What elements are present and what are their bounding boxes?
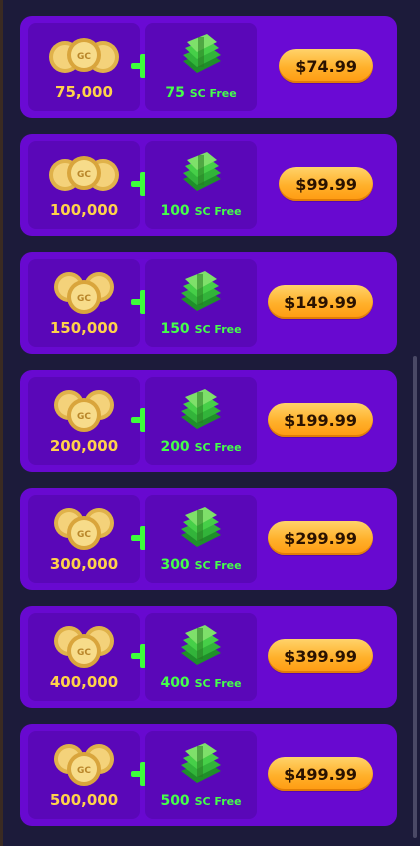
cash-stack-icon xyxy=(183,34,221,73)
sweeps-coin-value: 500 xyxy=(160,793,190,809)
sweeps-coin-tile: 500 SC Free xyxy=(145,731,257,819)
gold-coin-amount: 200,000 xyxy=(49,437,119,455)
sweeps-coin-unit: SC Free xyxy=(194,795,242,808)
gold-coin-amount: 150,000 xyxy=(49,319,119,337)
sweeps-coin-tile: 200 SC Free xyxy=(145,377,257,465)
cash-stack-icon xyxy=(181,625,221,665)
package-card: GC 500,000 500 SC Free $499.99 xyxy=(20,724,397,826)
buy-package-button[interactable]: $499.99 xyxy=(268,757,373,791)
gold-coin-amount: 75,000 xyxy=(55,83,113,101)
buy-package-button[interactable]: $299.99 xyxy=(268,521,373,555)
sweeps-coin-value: 200 xyxy=(160,439,190,455)
buy-package-button[interactable]: $199.99 xyxy=(268,403,373,437)
buy-package-button[interactable]: $399.99 xyxy=(268,639,373,673)
sweeps-coin-tile: 400 SC Free xyxy=(145,613,257,701)
gold-coin-amount: 300,000 xyxy=(49,555,119,573)
gold-coin-tile: GC 150,000 xyxy=(28,259,140,347)
gold-coins-icon: GC xyxy=(49,156,119,191)
sweeps-coin-unit: SC Free xyxy=(194,677,242,690)
sweeps-coin-amount: 300 SC Free xyxy=(145,557,257,573)
cash-stack-icon xyxy=(181,271,221,311)
package-list: GC 75,000 75 SC Free $74.99 GC 100,000 1… xyxy=(20,16,397,842)
sweeps-coin-unit: SC Free xyxy=(194,205,242,218)
gold-coin-tile: GC 200,000 xyxy=(28,377,140,465)
gold-coin-tile: GC 400,000 xyxy=(28,613,140,701)
package-card: GC 100,000 100 SC Free $99.99 xyxy=(20,134,397,236)
cash-stack-icon xyxy=(181,507,221,547)
gold-coin-tile: GC 300,000 xyxy=(28,495,140,583)
gold-coin-amount: 400,000 xyxy=(49,673,119,691)
svg-text:GC: GC xyxy=(77,294,91,304)
page-left-edge xyxy=(0,0,3,846)
sweeps-coin-amount: 150 SC Free xyxy=(145,321,257,337)
gold-coin-amount: 100,000 xyxy=(49,201,119,219)
svg-text:GC: GC xyxy=(77,766,91,776)
sweeps-coin-amount: 500 SC Free xyxy=(145,793,257,809)
sweeps-coin-tile: 150 SC Free xyxy=(145,259,257,347)
gold-coins-icon: GC xyxy=(54,390,114,432)
sweeps-coin-tile: 75 SC Free xyxy=(145,23,257,111)
cash-stack-icon xyxy=(183,152,221,191)
sweeps-coin-amount: 400 SC Free xyxy=(145,675,257,691)
buy-package-button[interactable]: $99.99 xyxy=(279,167,373,201)
svg-text:GC: GC xyxy=(77,170,91,180)
package-card: GC 75,000 75 SC Free $74.99 xyxy=(20,16,397,118)
package-card: GC 300,000 300 SC Free $299.99 xyxy=(20,488,397,590)
gold-coin-tile: GC 100,000 xyxy=(28,141,140,229)
svg-text:GC: GC xyxy=(77,648,91,658)
buy-package-button[interactable]: $149.99 xyxy=(268,285,373,319)
package-card: GC 150,000 150 SC Free $149.99 xyxy=(20,252,397,354)
sweeps-coin-amount: 75 SC Free xyxy=(145,85,257,101)
sweeps-coin-value: 100 xyxy=(160,203,190,219)
svg-text:GC: GC xyxy=(77,52,91,62)
sweeps-coin-tile: 300 SC Free xyxy=(145,495,257,583)
sweeps-coin-unit: SC Free xyxy=(194,323,242,336)
buy-package-button[interactable]: $74.99 xyxy=(279,49,373,83)
gold-coins-icon: GC xyxy=(54,744,114,786)
sweeps-coin-value: 400 xyxy=(160,675,190,691)
svg-text:GC: GC xyxy=(77,412,91,422)
sweeps-coin-value: 75 xyxy=(165,85,185,101)
cash-stack-icon xyxy=(181,389,221,429)
sweeps-coin-unit: SC Free xyxy=(189,87,237,100)
sweeps-coin-amount: 100 SC Free xyxy=(145,203,257,219)
package-card: GC 400,000 400 SC Free $399.99 xyxy=(20,606,397,708)
gold-coins-icon: GC xyxy=(54,272,114,314)
gold-coins-icon: GC xyxy=(54,626,114,668)
cash-stack-icon xyxy=(181,743,221,783)
sweeps-coin-unit: SC Free xyxy=(194,441,242,454)
sweeps-coin-tile: 100 SC Free xyxy=(145,141,257,229)
package-card: GC 200,000 200 SC Free $199.99 xyxy=(20,370,397,472)
gold-coin-tile: GC 75,000 xyxy=(28,23,140,111)
svg-text:GC: GC xyxy=(77,530,91,540)
sweeps-coin-amount: 200 SC Free xyxy=(145,439,257,455)
sweeps-coin-value: 150 xyxy=(160,321,190,337)
sweeps-coin-unit: SC Free xyxy=(194,559,242,572)
sweeps-coin-value: 300 xyxy=(160,557,190,573)
gold-coins-icon: GC xyxy=(49,38,119,73)
gold-coin-amount: 500,000 xyxy=(49,791,119,809)
gold-coin-tile: GC 500,000 xyxy=(28,731,140,819)
scrollbar-thumb[interactable] xyxy=(413,356,417,838)
gold-coins-icon: GC xyxy=(54,508,114,550)
